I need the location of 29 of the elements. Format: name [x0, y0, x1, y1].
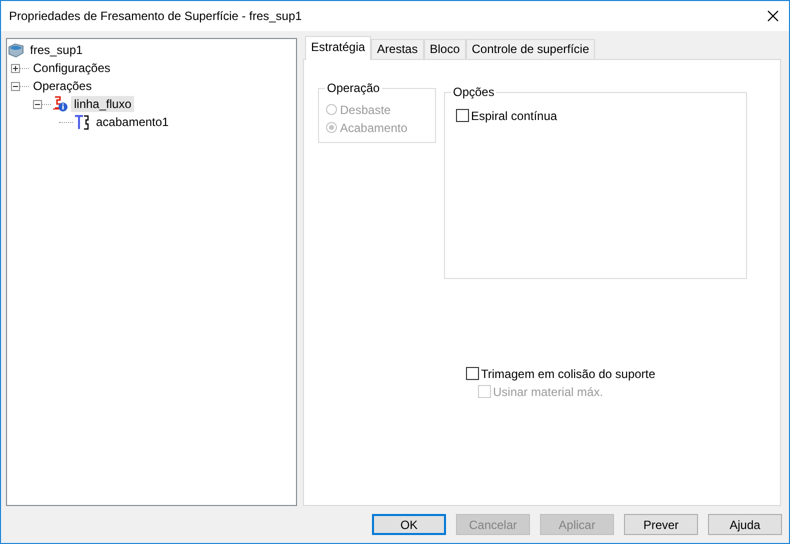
dialog-button[interactable]: Ajuda — [708, 514, 782, 535]
dialog-button[interactable]: Prever — [624, 514, 698, 535]
tree-item[interactable]: Configurações — [30, 60, 114, 76]
tree-item[interactable]: Operações — [30, 78, 95, 94]
toolpath-icon — [74, 114, 90, 130]
collapse-icon[interactable] — [11, 82, 20, 90]
group-title: Opções — [451, 85, 496, 99]
checkbox-label: Espiral contínua — [471, 108, 558, 122]
tab[interactable]: Controle de superfície — [466, 39, 596, 59]
checkbox[interactable] — [466, 367, 479, 380]
tab[interactable]: Arestas — [371, 39, 424, 59]
close-icon[interactable] — [767, 10, 779, 22]
tab[interactable]: Estratégia — [305, 36, 372, 60]
operation-icon — [52, 96, 68, 112]
collapse-icon[interactable] — [33, 100, 42, 108]
tree-item[interactable]: linha_fluxo — [71, 96, 134, 112]
dialog-button[interactable]: OK — [372, 514, 446, 535]
tab[interactable]: Bloco — [424, 39, 466, 59]
tree-item[interactable]: fres_sup1 — [27, 42, 86, 58]
checkbox[interactable] — [456, 109, 469, 122]
checkbox-label: Trimagem em colisão do suporte — [481, 366, 656, 380]
group-title: Operação — [325, 81, 382, 95]
radio-label: Acabamento — [340, 120, 408, 134]
tree-item[interactable]: acabamento1 — [93, 114, 172, 130]
checkbox-label: Usinar material máx. — [493, 384, 604, 398]
radio-label: Desbaste — [340, 102, 391, 116]
window-title: Propriedades de Fresamento de Superfície - fres_sup1 — [9, 9, 302, 23]
expand-icon[interactable] — [11, 64, 20, 72]
part-icon — [8, 42, 24, 58]
